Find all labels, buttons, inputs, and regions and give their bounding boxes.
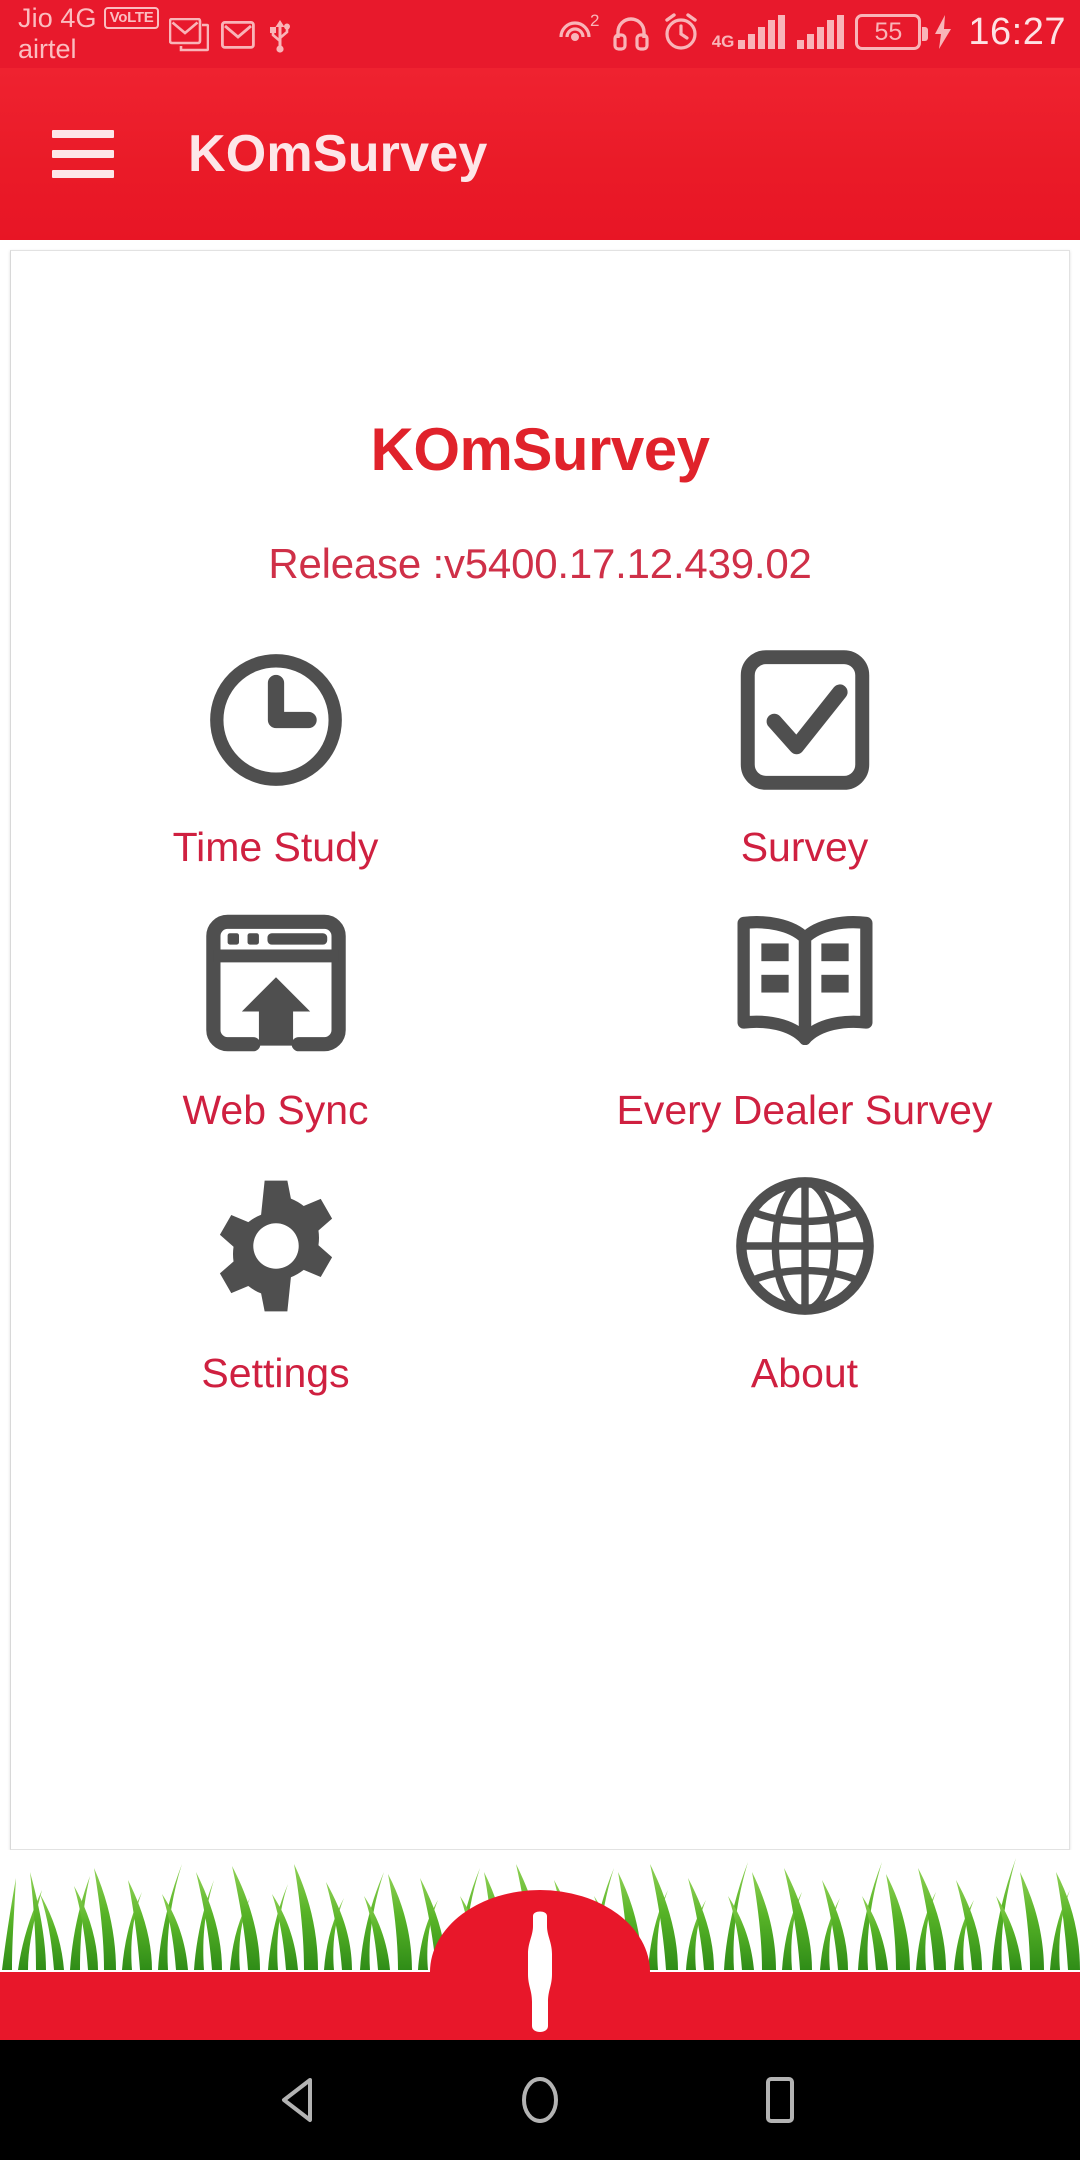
hotspot-icon: 2 bbox=[555, 12, 601, 52]
gmail-icon bbox=[221, 21, 256, 49]
app-logo-text: KOmSurvey bbox=[370, 416, 710, 483]
tile-time-study[interactable]: Time Study bbox=[11, 640, 540, 871]
battery-indicator: 55 bbox=[855, 14, 929, 50]
signal-primary: 4G bbox=[712, 14, 786, 50]
carrier-primary-label: Jio 4G bbox=[18, 3, 97, 33]
grass-illustration bbox=[0, 1850, 1080, 2040]
app-bar-title: KOmSurvey bbox=[188, 125, 488, 183]
svg-text:2: 2 bbox=[590, 12, 599, 30]
tile-label: Every Dealer Survey bbox=[616, 1087, 993, 1133]
tile-label: Web Sync bbox=[182, 1087, 369, 1133]
network-type-label: 4G bbox=[711, 31, 735, 51]
tile-every-dealer-survey[interactable]: Every Dealer Survey bbox=[540, 903, 1069, 1134]
hamburger-menu-icon[interactable] bbox=[52, 130, 114, 178]
alarm-icon bbox=[661, 12, 701, 52]
browser-upload-icon bbox=[202, 903, 350, 1063]
carrier-primary-row: Jio 4G VoLTE bbox=[18, 3, 160, 33]
headset-icon bbox=[612, 13, 650, 51]
gmail-icon bbox=[169, 18, 210, 52]
tile-web-sync[interactable]: Web Sync bbox=[11, 903, 540, 1134]
phone-screen: Jio 4G VoLTE airtel 2 4G 55 16:27 KOmSur… bbox=[0, 0, 1080, 2160]
tile-label: Time Study bbox=[172, 824, 379, 870]
back-triangle-icon[interactable] bbox=[255, 2055, 345, 2145]
tile-survey[interactable]: Survey bbox=[540, 640, 1069, 871]
gear-icon bbox=[205, 1166, 347, 1326]
status-bar-left: Jio 4G VoLTE airtel bbox=[18, 4, 293, 64]
tile-about[interactable]: About bbox=[540, 1166, 1069, 1397]
menu-grid: Time Study Survey Web Sync Every Dealer … bbox=[11, 640, 1069, 1397]
recents-square-icon[interactable] bbox=[735, 2055, 825, 2145]
footer-brand-art bbox=[0, 1850, 1080, 2040]
tile-settings[interactable]: Settings bbox=[11, 1166, 540, 1397]
hamburger-line bbox=[52, 150, 114, 158]
clock-icon bbox=[202, 640, 350, 800]
release-version-label: Release :v5400.17.12.439.02 bbox=[268, 540, 812, 587]
status-bar-clock: 16:27 bbox=[968, 11, 1066, 53]
signal-secondary bbox=[796, 14, 845, 50]
hamburger-line bbox=[52, 130, 114, 138]
tile-label: About bbox=[750, 1350, 859, 1396]
tile-label: Survey bbox=[740, 824, 869, 870]
open-book-icon bbox=[730, 903, 880, 1063]
battery-level-label: 55 bbox=[874, 17, 903, 46]
globe-icon bbox=[731, 1166, 879, 1326]
usb-icon bbox=[267, 17, 293, 53]
volte-badge: VoLTE bbox=[103, 7, 160, 30]
app-bar: KOmSurvey bbox=[0, 68, 1080, 240]
checkbox-checked-icon bbox=[735, 640, 875, 800]
tile-label: Settings bbox=[201, 1350, 350, 1396]
android-navigation-bar bbox=[0, 2040, 1080, 2160]
hamburger-line bbox=[52, 170, 114, 178]
home-circle-icon[interactable] bbox=[495, 2055, 585, 2145]
charging-bolt-icon bbox=[932, 14, 954, 50]
status-bar-right: 2 4G 55 16:27 bbox=[555, 12, 1066, 52]
status-bar: Jio 4G VoLTE airtel 2 4G 55 16:27 bbox=[0, 0, 1080, 68]
carrier-secondary-label: airtel bbox=[18, 34, 77, 65]
status-notification-icons bbox=[169, 17, 293, 53]
carrier-info: Jio 4G VoLTE airtel bbox=[18, 3, 160, 65]
content-card: KOmSurvey Release :v5400.17.12.439.02 Ti… bbox=[10, 250, 1070, 1850]
